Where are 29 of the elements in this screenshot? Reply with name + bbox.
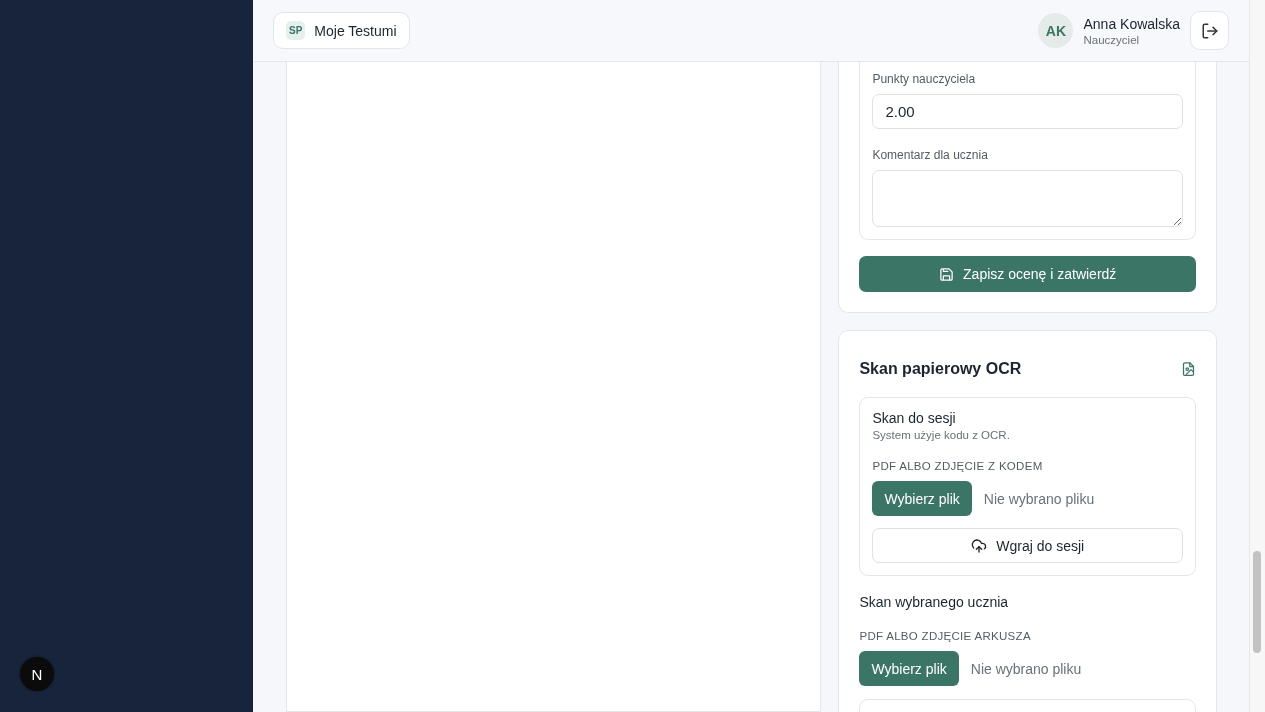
brand-badge: SP <box>286 21 306 40</box>
user-role: Nauczyciel <box>1083 33 1141 46</box>
scrollbar-thumb[interactable] <box>1253 551 1261 653</box>
file-image-icon <box>1181 361 1196 377</box>
avatar: AK <box>1038 13 1074 48</box>
section-subtitle: System użyje kodu z OCR. <box>872 429 1011 441</box>
scrollbar[interactable] <box>1249 0 1265 712</box>
upload-button[interactable]: Wgraj do sesji <box>872 528 1183 563</box>
section-title: Skan do sesji <box>872 410 957 426</box>
comment-field[interactable] <box>872 170 1183 227</box>
brand-name: Moje Testumi <box>314 22 397 39</box>
brand-pill[interactable]: SP Moje Testumi <box>273 12 410 49</box>
points-field[interactable]: 2.00 <box>872 94 1183 129</box>
save-icon <box>939 266 955 282</box>
section-title: Skan wybranego ucznia <box>859 594 1010 610</box>
cloud-upload-icon <box>971 537 988 554</box>
choose-file-button[interactable]: Wybierz plik <box>859 651 959 686</box>
file-status: Nie wybrano pliku <box>970 660 1082 677</box>
field-label: Punkty nauczyciela <box>872 72 977 86</box>
field-label: Komentarz dla ucznia <box>872 148 989 162</box>
card-title: Skan papierowy OCR <box>859 360 1022 378</box>
logout-button[interactable] <box>1190 11 1229 50</box>
field-label: PDF ALBO ZDJĘCIE Z KODEM <box>872 460 1044 472</box>
logout-icon <box>1200 21 1219 40</box>
choose-file-button[interactable]: Wybierz plik <box>872 481 972 516</box>
user-name: Anna Kowalska <box>1083 15 1180 32</box>
field-label: PDF ALBO ZDJĘCIE ARKUSZA <box>859 630 1032 642</box>
save-button[interactable]: Zapisz ocenę i zatwierdź <box>859 256 1196 292</box>
file-status: Nie wybrano pliku <box>983 490 1095 507</box>
